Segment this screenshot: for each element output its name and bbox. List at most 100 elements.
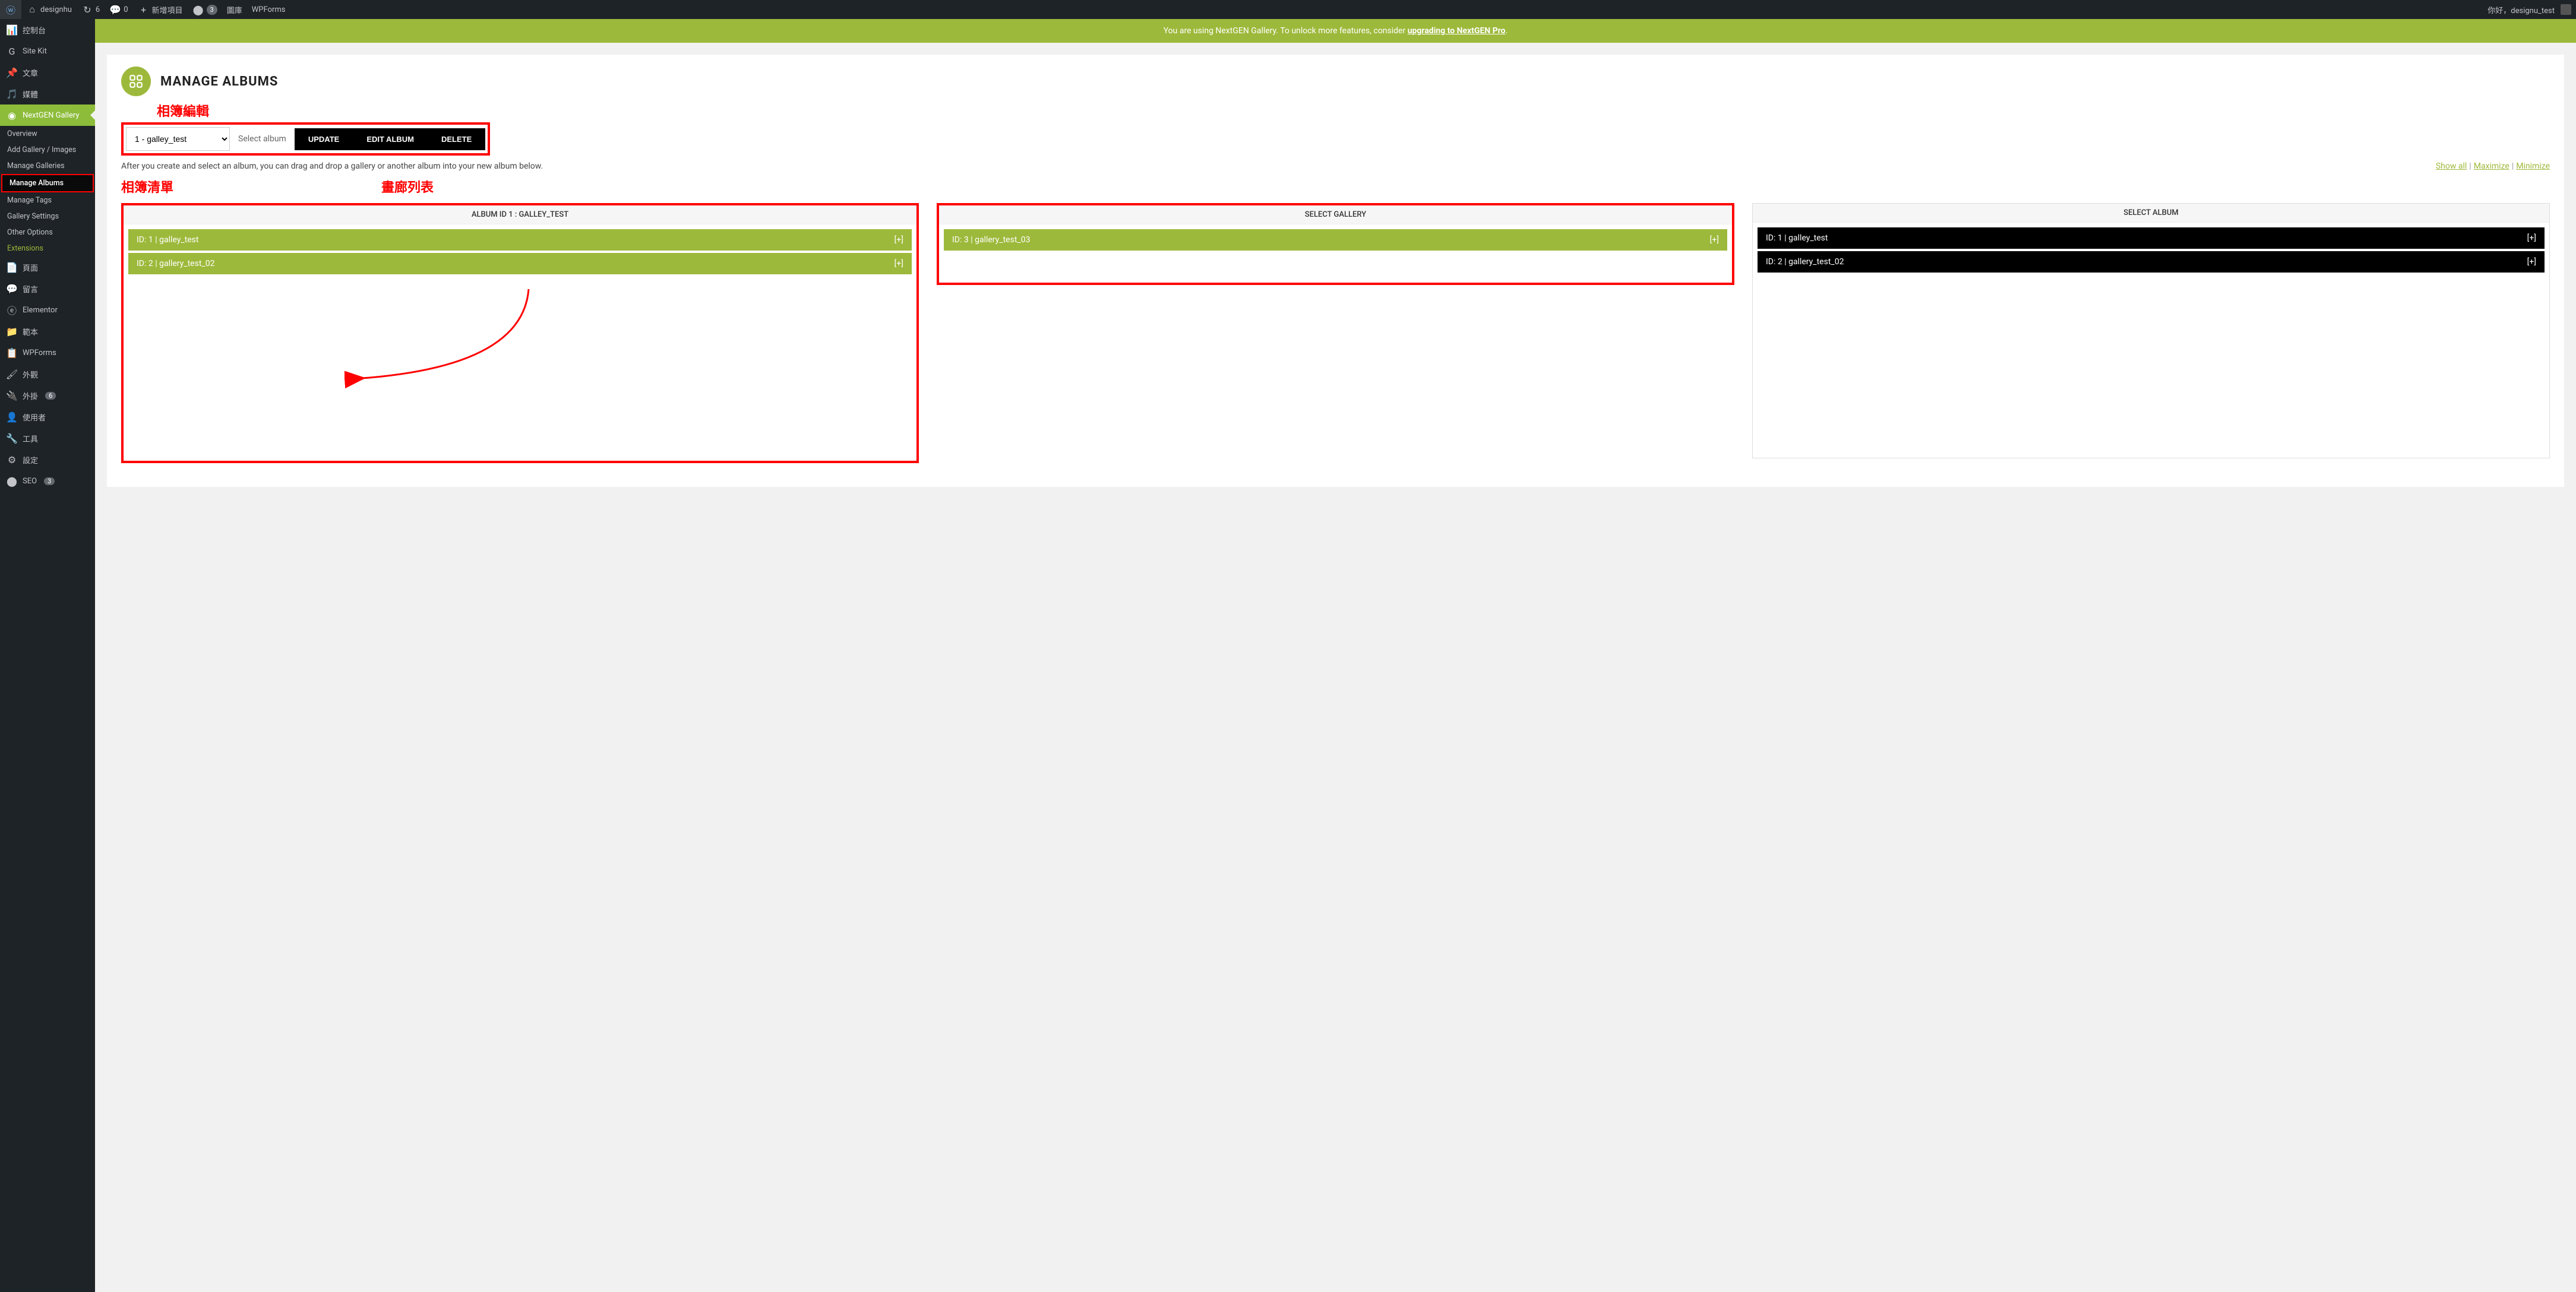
sidebar-item-settings[interactable]: ⚙設定 [0, 449, 95, 470]
select-album-item[interactable]: ID: 2 | gallery_test_02 [+] [1758, 251, 2545, 273]
help-text: After you create and select an album, yo… [121, 162, 543, 171]
delete-button[interactable]: DELETE [428, 128, 485, 150]
admin-top-bar: ⓦ ⌂designhu ↻6 💬0 +新增項目 ⬤3 圖庫 WPForms 你好… [0, 0, 2576, 19]
sidebar-item-users[interactable]: 👤使用者 [0, 406, 95, 428]
comments-link[interactable]: 💬0 [105, 0, 132, 19]
sidebar-sub-manage-albums[interactable]: Manage Albums [1, 174, 94, 192]
sidebar-sub-extensions[interactable]: Extensions [0, 240, 95, 256]
album-item[interactable]: ID: 2 | gallery_test_02 [+] [128, 253, 912, 274]
library-link[interactable]: 圖庫 [222, 0, 247, 19]
columns: ALBUM ID 1 : GALLEY_TEST ID: 1 | galley_… [121, 203, 2550, 463]
library-label: 圖庫 [227, 4, 242, 15]
yoast-icon: ⬤ [192, 4, 204, 15]
sidebar-item-templates[interactable]: 📁範本 [0, 321, 95, 342]
main-panel: MANAGE ALBUMS 相簿編輯 1 - galley_test Selec… [107, 55, 2564, 487]
album-toolbar: 1 - galley_test Select album UPDATE EDIT… [126, 127, 485, 151]
sidebar-sub-gallery-settings[interactable]: Gallery Settings [0, 208, 95, 224]
sidebar-item-posts[interactable]: 📌文章 [0, 62, 95, 83]
avatar-icon [2561, 4, 2571, 15]
expand-button[interactable]: [+] [2527, 233, 2536, 243]
page-header-icon [121, 66, 151, 96]
seo-count: 3 [44, 477, 55, 485]
wp-logo[interactable]: ⓦ [0, 0, 21, 19]
sidebar-item-wpforms[interactable]: 📋WPForms [0, 342, 95, 363]
album-select[interactable]: 1 - galley_test [126, 127, 230, 151]
sidebar-item-appearance[interactable]: 🖌外觀 [0, 363, 95, 385]
maximize-link[interactable]: Maximize [2474, 162, 2509, 171]
expand-button[interactable]: [+] [895, 235, 903, 245]
album-column-header: ALBUM ID 1 : GALLEY_TEST [124, 205, 916, 224]
album-column: ALBUM ID 1 : GALLEY_TEST ID: 1 | galley_… [121, 203, 919, 463]
gallery-column-header: SELECT GALLERY [939, 205, 1732, 224]
wpforms-label: WPForms [252, 5, 286, 14]
site-link[interactable]: ⌂designhu [21, 0, 77, 19]
album-item[interactable]: ID: 1 | galley_test [+] [128, 229, 912, 251]
sidebar-item-media[interactable]: 🎵媒體 [0, 83, 95, 104]
sidebar-item-tools[interactable]: 🔧工具 [0, 428, 95, 449]
new-item-link[interactable]: +新增項目 [133, 0, 188, 19]
annotation-gallery: 畫廊列表 [381, 177, 434, 196]
sidebar-item-nextgen[interactable]: ◉NextGEN Gallery [0, 104, 95, 126]
yoast-badge: 3 [207, 5, 217, 15]
plus-icon: + [138, 4, 150, 15]
media-icon: 🎵 [6, 88, 18, 100]
google-icon: G [6, 45, 18, 57]
expand-button[interactable]: [+] [895, 259, 903, 268]
brush-icon: 🖌 [6, 368, 18, 380]
plugin-icon: 🔌 [6, 390, 18, 401]
greeting-link[interactable]: 你好，designu_test [2483, 0, 2576, 19]
select-album-header: SELECT ALBUM [1753, 204, 2549, 223]
annotation-edit: 相簿編輯 [157, 104, 209, 119]
expand-button[interactable]: [+] [2527, 257, 2536, 267]
elementor-icon: ⓔ [6, 304, 18, 316]
grid-icon [128, 74, 144, 89]
view-links: Show all|Maximize|Minimize [2436, 162, 2550, 171]
comments-count: 0 [124, 5, 128, 14]
gallery-column: SELECT GALLERY ID: 3 | gallery_test_03 [… [937, 203, 1734, 463]
expand-button[interactable]: [+] [1710, 235, 1719, 245]
album-item-label: ID: 2 | gallery_test_02 [137, 259, 214, 268]
page-icon: 📄 [6, 261, 18, 273]
edit-album-button[interactable]: EDIT ALBUM [353, 128, 428, 150]
gallery-item[interactable]: ID: 3 | gallery_test_03 [+] [944, 229, 1727, 251]
form-icon: 📋 [6, 347, 18, 359]
select-album-column: SELECT ALBUM ID: 1 | galley_test [+] ID:… [1752, 203, 2550, 463]
minimize-link[interactable]: Minimize [2516, 162, 2550, 171]
album-item-label: ID: 1 | galley_test [137, 235, 198, 245]
sidebar-sub-manage-tags[interactable]: Manage Tags [0, 192, 95, 208]
toolbar-redbox: 1 - galley_test Select album UPDATE EDIT… [121, 122, 490, 156]
show-all-link[interactable]: Show all [2436, 162, 2467, 171]
chat-icon: 💬 [6, 283, 18, 294]
sidebar-sub-add[interactable]: Add Gallery / Images [0, 142, 95, 158]
new-item-label: 新增項目 [152, 4, 183, 15]
sidebar-item-dashboard[interactable]: 📊控制台 [0, 19, 95, 40]
settings-icon: ⚙ [6, 454, 18, 466]
home-icon: ⌂ [26, 4, 38, 15]
update-button[interactable]: UPDATE [295, 128, 353, 150]
sidebar-item-plugins[interactable]: 🔌外掛6 [0, 385, 95, 406]
sidebar-item-elementor[interactable]: ⓔElementor [0, 299, 95, 321]
select-album-item-label: ID: 1 | galley_test [1766, 233, 1828, 243]
yoast-link[interactable]: ⬤3 [188, 0, 222, 19]
dashboard-icon: 📊 [6, 24, 18, 36]
sidebar-item-sitekit[interactable]: GSite Kit [0, 40, 95, 62]
promo-link[interactable]: upgrading to NextGEN Pro [1408, 26, 1506, 36]
sidebar-item-pages[interactable]: 📄頁面 [0, 256, 95, 278]
promo-text: You are using NextGEN Gallery. To unlock… [1164, 26, 1408, 36]
select-album-item[interactable]: ID: 1 | galley_test [+] [1758, 227, 2545, 249]
annotation-list: 相簿清單 [121, 177, 173, 196]
plugins-count: 6 [45, 392, 56, 400]
updates-link[interactable]: ↻6 [77, 0, 105, 19]
page-header: MANAGE ALBUMS [121, 66, 2550, 96]
sidebar-item-comments[interactable]: 💬留言 [0, 278, 95, 299]
page-title: MANAGE ALBUMS [160, 74, 278, 89]
seo-icon: ⬤ [6, 475, 18, 487]
sidebar-item-seo[interactable]: ⬤SEO3 [0, 470, 95, 492]
greeting-text: 你好，designu_test [2488, 4, 2555, 15]
comment-icon: 💬 [109, 4, 121, 15]
promo-suffix: . [1506, 26, 1508, 36]
sidebar-sub-manage-galleries[interactable]: Manage Galleries [0, 158, 95, 174]
wpforms-link[interactable]: WPForms [247, 0, 290, 19]
sidebar-sub-other-options[interactable]: Other Options [0, 224, 95, 240]
sidebar-sub-overview[interactable]: Overview [0, 126, 95, 142]
